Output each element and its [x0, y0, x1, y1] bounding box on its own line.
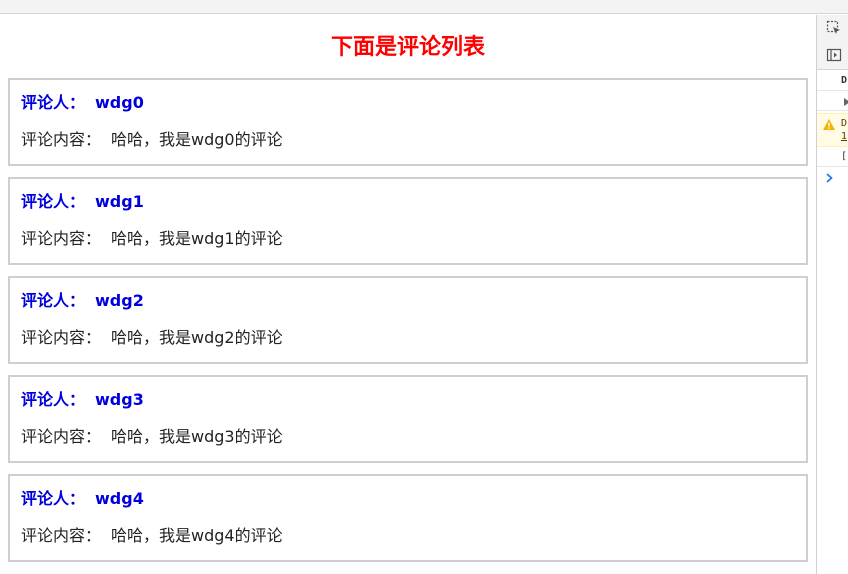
comment-card: 评论人： wdg1 评论内容： 哈哈，我是wdg1的评论	[8, 177, 808, 265]
content-text: 哈哈，我是wdg0的评论	[111, 130, 283, 149]
expand-triangle-icon[interactable]	[844, 98, 848, 106]
browser-top-strip	[0, 0, 848, 14]
comment-content-line: 评论内容： 哈哈，我是wdg0的评论	[21, 129, 283, 151]
comment-content-line: 评论内容： 哈哈，我是wdg1的评论	[21, 228, 283, 250]
console-prompt-icon	[826, 173, 833, 183]
comment-author-line: 评论人： wdg2	[21, 290, 144, 312]
comment-content-line: 评论内容： 哈哈，我是wdg2的评论	[21, 327, 283, 349]
comment-content-line: 评论内容： 哈哈，我是wdg3的评论	[21, 426, 283, 448]
warning-text: D	[841, 118, 848, 129]
comment-card: 评论人： wdg0 评论内容： 哈哈，我是wdg0的评论	[8, 78, 808, 166]
devtools-panel: D D 1 [	[816, 15, 848, 574]
author-label: 评论人：	[21, 291, 86, 310]
content-label: 评论内容：	[21, 130, 102, 149]
console-row[interactable]: D	[817, 73, 848, 91]
comment-author-line: 评论人： wdg3	[21, 389, 144, 411]
comment-content-line: 评论内容： 哈哈，我是wdg4的评论	[21, 525, 283, 547]
page-title: 下面是评论列表	[330, 35, 485, 60]
toggle-device-icon[interactable]	[826, 47, 842, 63]
author-label: 评论人：	[21, 489, 86, 508]
content-text: 哈哈，我是wdg2的评论	[111, 328, 283, 347]
content-label: 评论内容：	[21, 229, 102, 248]
comment-card: 评论人： wdg4 评论内容： 哈哈，我是wdg4的评论	[8, 474, 808, 562]
author-name: wdg2	[95, 291, 144, 310]
warning-icon	[823, 119, 835, 130]
content-label: 评论内容：	[21, 526, 102, 545]
comment-card: 评论人： wdg3 评论内容： 哈哈，我是wdg3的评论	[8, 375, 808, 463]
author-name: wdg0	[95, 93, 144, 112]
content-text: 哈哈，我是wdg4的评论	[111, 526, 283, 545]
comment-author-line: 评论人： wdg1	[21, 191, 144, 213]
comment-author-line: 评论人： wdg0	[21, 92, 144, 114]
author-name: wdg4	[95, 489, 144, 508]
warning-source-link[interactable]: 1	[841, 131, 847, 142]
console-row-text: D	[841, 75, 848, 86]
comment-card: 评论人： wdg2 评论内容： 哈哈，我是wdg2的评论	[8, 276, 808, 364]
content-label: 评论内容：	[21, 328, 102, 347]
devtools-toolbar	[817, 15, 848, 70]
author-name: wdg1	[95, 192, 144, 211]
console-warning-row[interactable]: D 1	[817, 113, 848, 147]
content-text: 哈哈，我是wdg1的评论	[111, 229, 283, 248]
content-label: 评论内容：	[21, 427, 102, 446]
inspect-element-icon[interactable]	[826, 20, 842, 36]
page-viewport: 下面是评论列表 评论人： wdg0 评论内容： 哈哈，我是wdg0的评论 评论人： w…	[0, 15, 816, 574]
console-row[interactable]: [	[817, 149, 848, 167]
author-label: 评论人：	[21, 390, 86, 409]
author-name: wdg3	[95, 390, 144, 409]
content-text: 哈哈，我是wdg3的评论	[111, 427, 283, 446]
console-row-text: [	[841, 151, 848, 162]
comment-list: 评论人： wdg0 评论内容： 哈哈，我是wdg0的评论 评论人： wdg1 评论内容…	[8, 78, 808, 573]
author-label: 评论人：	[21, 93, 86, 112]
console-prompt[interactable]	[817, 169, 848, 187]
console-row[interactable]	[817, 93, 848, 111]
author-label: 评论人：	[21, 192, 86, 211]
comment-author-line: 评论人： wdg4	[21, 488, 144, 510]
